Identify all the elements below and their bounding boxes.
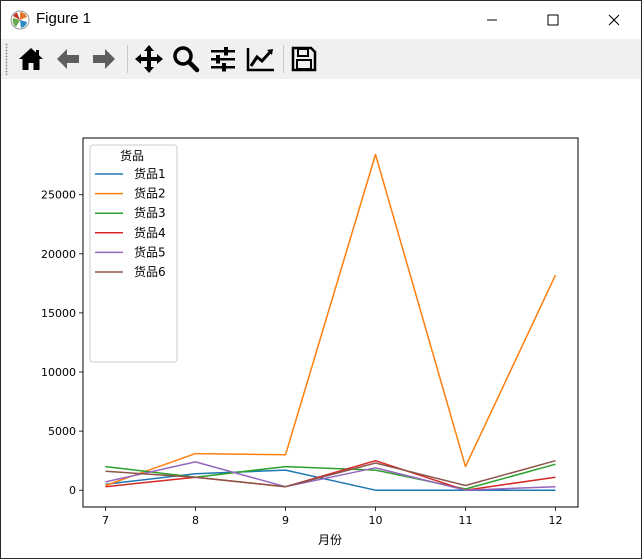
toolbar-grip[interactable] — [5, 43, 8, 75]
window-title: Figure 1 — [36, 10, 92, 27]
forward-button[interactable] — [88, 43, 120, 75]
minimize-button[interactable] — [469, 1, 515, 39]
save-button[interactable] — [288, 43, 320, 75]
y-tick-label: 20000 — [41, 248, 76, 261]
move-icon — [135, 45, 163, 73]
legend-title: 货品 — [120, 148, 144, 163]
figure-canvas[interactable]: 7 8 9 10 11 12 0 5000 10000 15000 20000 25000 月份 货… — [1, 79, 641, 558]
y-tick-label: 10000 — [41, 366, 76, 379]
maximize-button[interactable] — [530, 1, 576, 39]
matplotlib-logo-icon — [10, 10, 30, 30]
line-chart: 7 8 9 10 11 12 0 5000 10000 15000 20000 25000 月份 货… — [41, 137, 579, 547]
toolbar-separator — [283, 45, 284, 73]
line-chart-icon — [246, 48, 274, 72]
figure-window: Figure 1 7 8 9 10 11 12 0 5000 10000 150… — [0, 0, 642, 559]
legend-label-4: 货品4 — [134, 225, 166, 240]
legend: 货品 货品1 货品2 货品3 货品4 货品5 货品6 — [89, 144, 178, 363]
legend-label-2: 货品2 — [134, 186, 166, 201]
back-button[interactable] — [52, 43, 84, 75]
y-tick-label: 25000 — [41, 189, 76, 202]
navigation-toolbar — [1, 39, 641, 79]
magnifier-icon — [173, 46, 200, 73]
title-bar[interactable]: Figure 1 — [1, 1, 641, 39]
y-tick-label: 5000 — [48, 425, 76, 438]
x-tick-label: 9 — [282, 514, 289, 527]
legend-label-3: 货品3 — [134, 205, 166, 220]
floppy-disk-icon — [291, 46, 317, 72]
legend-label-1: 货品1 — [134, 166, 166, 181]
y-tick-label: 0 — [69, 484, 76, 497]
edit-axis-button[interactable] — [245, 43, 277, 75]
x-tick-label: 12 — [549, 514, 563, 527]
close-icon — [608, 14, 620, 26]
x-tick-label: 8 — [192, 514, 199, 527]
x-tick-label: 11 — [459, 514, 473, 527]
legend-label-6: 货品6 — [134, 264, 166, 279]
x-tick-label: 10 — [369, 514, 383, 527]
minimize-icon — [487, 19, 497, 21]
maximize-icon — [547, 14, 559, 26]
y-tick-label: 15000 — [41, 307, 76, 320]
sliders-icon — [211, 47, 235, 72]
home-icon — [19, 48, 43, 70]
arrow-left-icon — [57, 49, 79, 69]
home-button[interactable] — [15, 43, 47, 75]
configure-subplots-button[interactable] — [207, 43, 239, 75]
legend-label-5: 货品5 — [134, 244, 166, 259]
x-axis-label: 月份 — [318, 533, 342, 547]
close-button[interactable] — [591, 1, 637, 39]
zoom-button[interactable] — [170, 43, 202, 75]
pan-button[interactable] — [133, 43, 165, 75]
arrow-right-icon — [93, 49, 115, 69]
x-tick-label: 7 — [102, 514, 109, 527]
toolbar-separator — [127, 45, 128, 73]
